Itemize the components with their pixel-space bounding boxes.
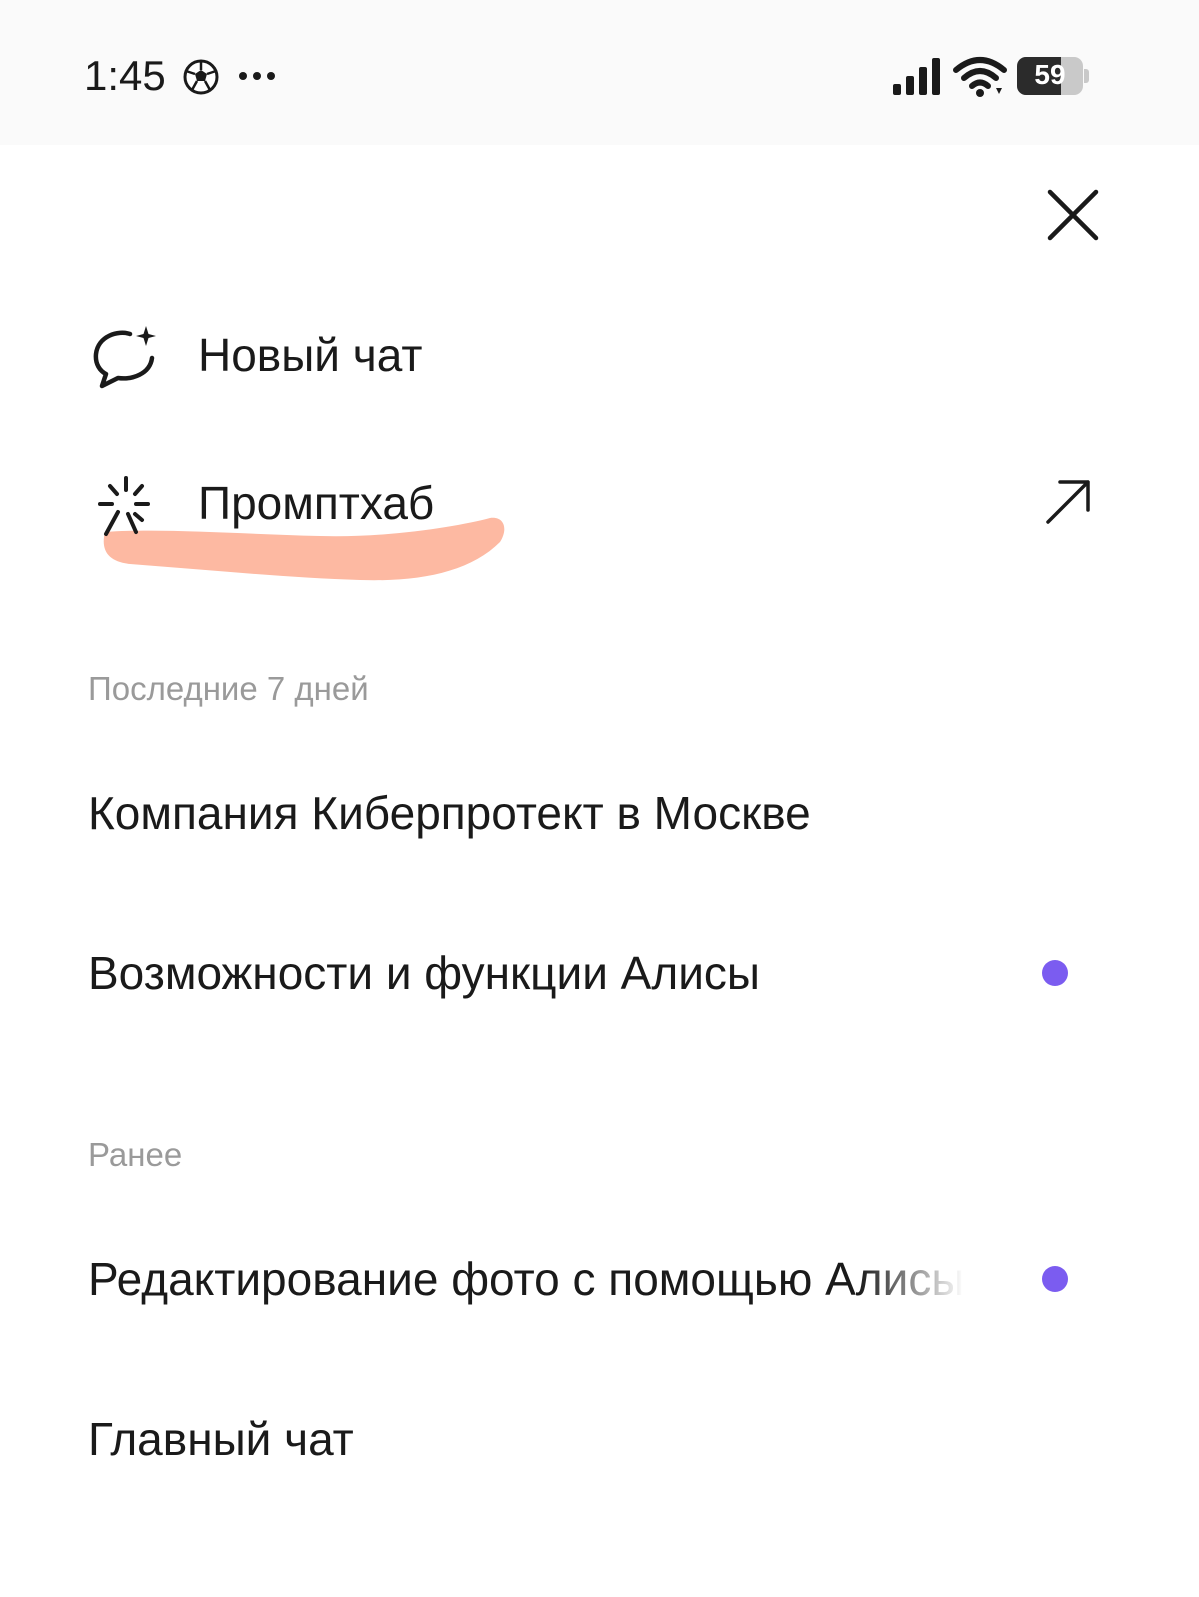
new-chat-label: Новый чат bbox=[198, 329, 423, 381]
chat-item[interactable]: Редактирование фото с помощью Алисы bbox=[0, 1224, 1199, 1344]
wifi-icon bbox=[953, 57, 1007, 97]
new-chat-item[interactable]: Новый чат bbox=[84, 302, 1114, 412]
status-bar: 1:45 59 bbox=[0, 0, 1199, 145]
close-icon bbox=[1047, 189, 1099, 241]
unread-indicator bbox=[1042, 960, 1068, 986]
arrow-up-right-icon bbox=[1046, 480, 1090, 524]
status-time: 1:45 bbox=[84, 52, 166, 99]
close-button[interactable] bbox=[1040, 182, 1106, 248]
signal-icon bbox=[893, 58, 940, 95]
section-header-earlier: Ранее bbox=[88, 1136, 183, 1173]
section-header-recent: Последние 7 дней bbox=[88, 670, 369, 707]
chat-title: Главный чат bbox=[88, 1413, 354, 1465]
chat-title: Возможности и функции Алисы bbox=[88, 947, 760, 999]
chat-title: Редактирование фото с помощью Алисы bbox=[88, 1253, 965, 1305]
prompthub-label: Промптхаб bbox=[198, 477, 435, 529]
battery-level: 59 bbox=[1034, 59, 1066, 90]
chat-item[interactable]: Главный чат bbox=[0, 1384, 1199, 1504]
unread-indicator bbox=[1042, 1266, 1068, 1292]
chat-title: Компания Киберпротект в Москве bbox=[88, 787, 811, 839]
chat-item[interactable]: Возможности и функции Алисы bbox=[0, 918, 1199, 1038]
soccer-ball-icon bbox=[183, 59, 219, 95]
magic-sparkle-icon bbox=[98, 476, 150, 536]
chat-sparkle-icon bbox=[93, 326, 156, 389]
prompthub-item[interactable]: Промптхаб bbox=[84, 450, 1114, 560]
battery-icon: 59 bbox=[1017, 57, 1089, 95]
more-dots-icon bbox=[239, 72, 275, 80]
chat-item[interactable]: Компания Киберпротект в Москве bbox=[0, 758, 1199, 878]
